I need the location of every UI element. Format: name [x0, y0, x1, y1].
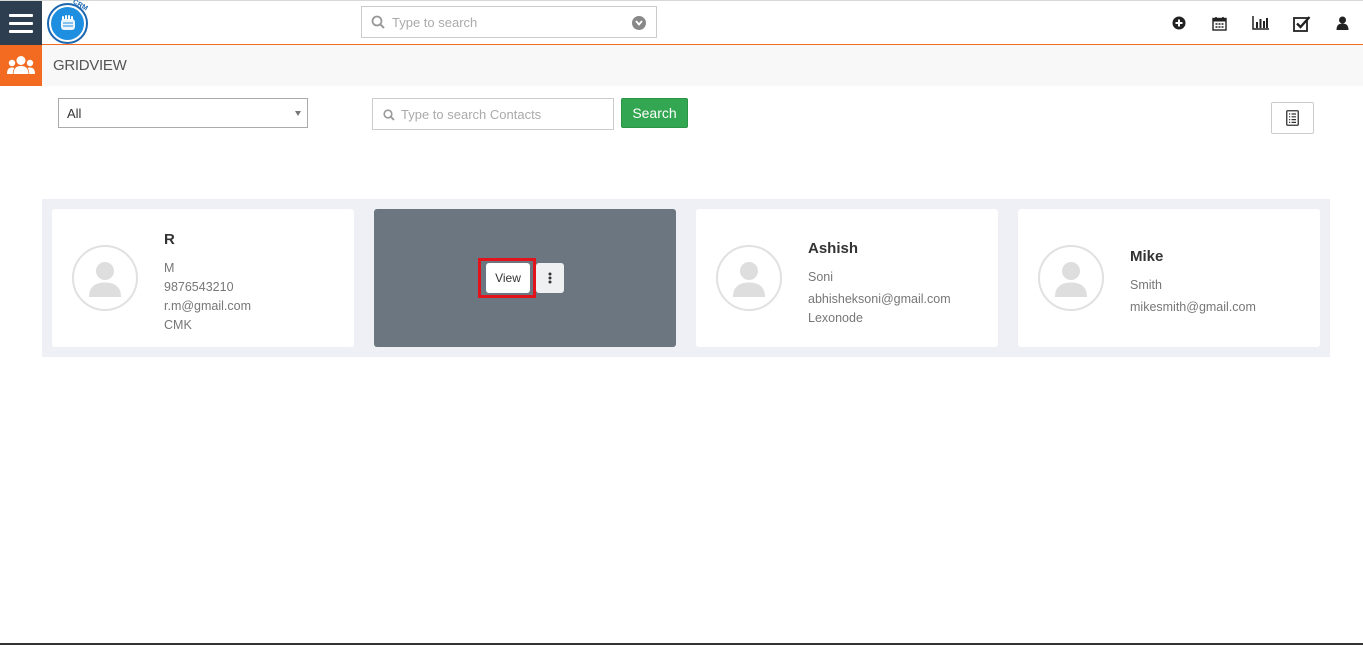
contact-filter-select[interactable]: All: [58, 98, 308, 128]
avatar: [72, 245, 138, 311]
search-icon: [383, 109, 395, 121]
global-search-input[interactable]: [392, 7, 622, 37]
person-placeholder-icon: [733, 262, 765, 297]
contact-card-hovered[interactable]: View: [374, 209, 676, 347]
contact-last-name: Smith: [1130, 278, 1162, 292]
search-options-chevron-icon[interactable]: [632, 16, 646, 30]
contact-company: CMK: [164, 318, 192, 332]
fist-icon: [60, 14, 75, 30]
page-header: GRIDVIEW: [0, 45, 1363, 86]
user-icon[interactable]: [1322, 1, 1363, 45]
contact-name: R: [164, 231, 175, 248]
top-navbar: CRM: [0, 0, 1363, 45]
contact-card[interactable]: Mike Smith mikesmith@gmail.com: [1018, 209, 1320, 347]
contact-last-name: Soni: [808, 270, 834, 284]
list-view-button[interactable]: [1271, 102, 1314, 134]
filter-select-value: All: [67, 105, 82, 121]
contact-card[interactable]: R M 9876543210 r.m@gmail.com CMK: [52, 209, 354, 347]
avatar: [716, 245, 782, 311]
contact-phone: 9876543210: [164, 280, 234, 294]
contact-search-input[interactable]: [401, 99, 606, 129]
calendar-icon[interactable]: [1199, 1, 1240, 45]
more-options-button[interactable]: [536, 263, 564, 293]
users-group-icon: [0, 45, 42, 86]
contact-email: mikesmith@gmail.com: [1130, 300, 1256, 314]
list-icon: [1286, 110, 1299, 126]
add-circle-icon[interactable]: [1158, 1, 1199, 45]
top-icon-bar: [1158, 1, 1363, 45]
contact-email: abhisheksoni@gmail.com: [808, 292, 951, 306]
checkbox-icon[interactable]: [1281, 1, 1322, 45]
crm-logo[interactable]: CRM: [47, 0, 89, 44]
contact-last-name: M: [164, 261, 175, 275]
contact-name: Ashish: [808, 240, 859, 257]
search-button[interactable]: Search: [621, 98, 688, 128]
page-title: GRIDVIEW: [53, 57, 127, 74]
contacts-grid: R M 9876543210 r.m@gmail.com CMK View As…: [42, 199, 1330, 357]
select-arrow-icon: [295, 111, 301, 116]
hamburger-menu-icon[interactable]: [0, 1, 42, 45]
vertical-dots-icon: [548, 272, 552, 284]
search-icon: [371, 15, 385, 29]
bar-chart-icon[interactable]: [1240, 1, 1281, 45]
person-placeholder-icon: [89, 262, 121, 297]
contact-company: Lexonode: [808, 311, 863, 325]
avatar: [1038, 245, 1104, 311]
contact-name: Mike: [1130, 248, 1164, 265]
contact-search-box[interactable]: [372, 98, 614, 130]
contact-card[interactable]: Ashish Soni abhisheksoni@gmail.com Lexon…: [696, 209, 998, 347]
view-button[interactable]: View: [486, 263, 530, 293]
contact-email: r.m@gmail.com: [164, 299, 252, 313]
person-placeholder-icon: [1055, 262, 1087, 297]
global-search-box[interactable]: [361, 6, 657, 38]
